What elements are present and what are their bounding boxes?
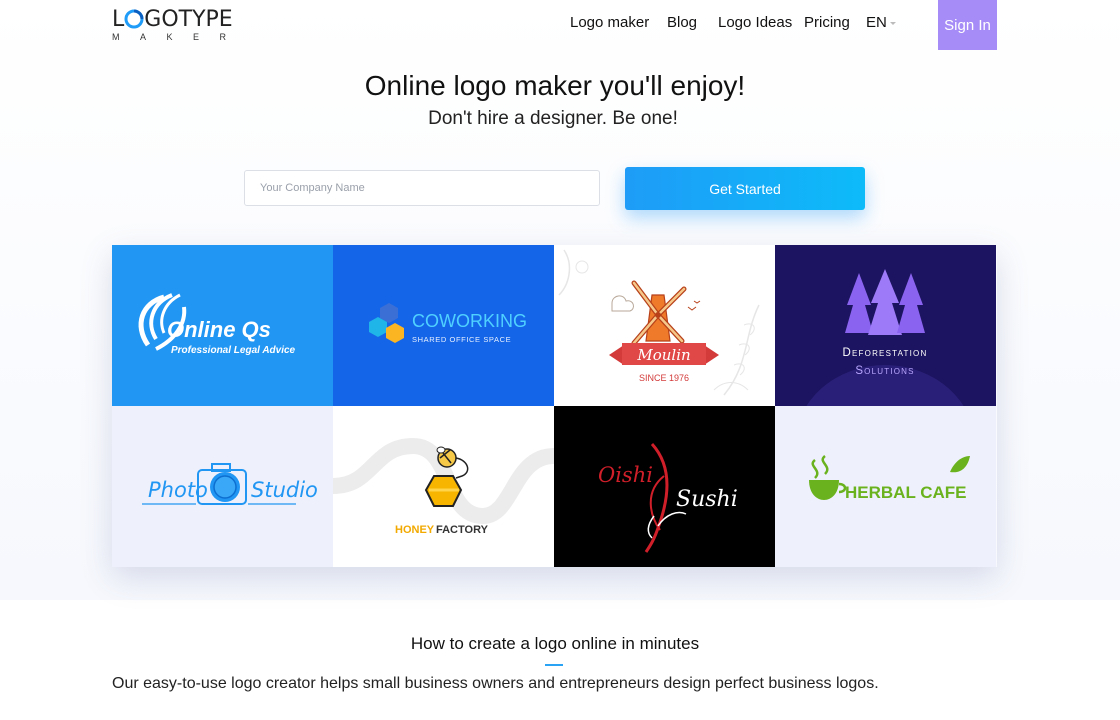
logo-example-honey-factory[interactable]: HONEY FACTORY bbox=[333, 406, 554, 567]
logo-tagline: SHARED OFFICE SPACE bbox=[412, 335, 511, 344]
logo-tagline: Solutions bbox=[855, 365, 914, 377]
language-selector[interactable]: EN bbox=[866, 14, 896, 31]
logo-name: HERBAL CAFE bbox=[845, 483, 967, 502]
logo-gallery: Online Qs Professional Legal Advice COWO… bbox=[112, 245, 997, 567]
logo-example-oishi-sushi[interactable]: Oishi Sushi bbox=[554, 406, 775, 567]
tea-cup-icon: HERBAL CAFE bbox=[809, 455, 970, 502]
get-started-button[interactable]: Get Started bbox=[625, 167, 865, 210]
nav-pricing[interactable]: Pricing bbox=[804, 14, 850, 31]
hero-subtitle: Don't hire a designer. Be one! bbox=[428, 108, 678, 129]
swirl-logo-icon: Online Qs Professional Legal Advice bbox=[138, 293, 296, 356]
koi-fish-icon: Oishi Sushi bbox=[598, 442, 738, 553]
section-description: Our easy-to-use logo creator helps small… bbox=[112, 675, 879, 692]
logo-name: Moulin bbox=[636, 346, 690, 364]
swirl-o-icon bbox=[124, 9, 144, 29]
nav-logo-maker[interactable]: Logo maker bbox=[570, 14, 649, 31]
hexagon-cubes-icon: COWORKING SHARED OFFICE SPACE bbox=[369, 303, 527, 348]
logo-tagline: SINCE 1976 bbox=[639, 373, 689, 383]
camera-icon: Photo Studio bbox=[142, 463, 318, 505]
nav-blog[interactable]: Blog bbox=[667, 14, 697, 31]
logo-example-photo-studio[interactable]: Photo Studio bbox=[112, 406, 333, 567]
windmill-icon: Moulin SINCE 1976 bbox=[558, 249, 760, 396]
company-name-input[interactable] bbox=[244, 170, 600, 206]
chevron-down-icon bbox=[889, 21, 896, 25]
header: L GOTYPE MAKER Logo maker Blog Logo Ideas… bbox=[0, 0, 1120, 50]
logo-example-herbal-cafe[interactable]: HERBAL CAFE bbox=[775, 406, 996, 567]
logo-tagline: Professional Legal Advice bbox=[171, 345, 296, 356]
section-title: How to create a logo online in minutes bbox=[410, 634, 700, 653]
sign-in-button[interactable]: Sign In bbox=[938, 0, 997, 50]
logo-name-right: FACTORY bbox=[436, 524, 489, 536]
logo-example-moulin[interactable]: Moulin SINCE 1976 bbox=[554, 245, 775, 406]
logotype-logo[interactable]: L GOTYPE MAKER bbox=[112, 8, 242, 44]
logo-example-coworking[interactable]: COWORKING SHARED OFFICE SPACE bbox=[333, 245, 554, 406]
logo-name-right: Studio bbox=[251, 478, 318, 502]
logo-name: COWORKING bbox=[412, 311, 527, 331]
logo-name-left: HONEY bbox=[395, 524, 435, 536]
logo-wordmark: L GOTYPE bbox=[112, 7, 233, 32]
logo-name-left: Photo bbox=[148, 478, 208, 502]
logo-name-left: Oishi bbox=[598, 463, 653, 487]
honey-jar-icon: HONEY FACTORY bbox=[333, 437, 554, 536]
pine-trees-icon: Deforestation Solutions bbox=[806, 269, 964, 406]
logo-subtitle: MAKER bbox=[112, 32, 247, 42]
section-divider bbox=[545, 664, 563, 666]
logo-name: Online Qs bbox=[167, 317, 271, 342]
logo-name: Deforestation bbox=[843, 347, 928, 359]
nav-logo-ideas[interactable]: Logo Ideas bbox=[718, 14, 792, 31]
hero-title: Online logo maker you'll enjoy! bbox=[364, 70, 746, 101]
logo-example-deforestation[interactable]: Deforestation Solutions bbox=[775, 245, 996, 406]
logo-example-online-qs[interactable]: Online Qs Professional Legal Advice bbox=[112, 245, 333, 406]
logo-name-right: Sushi bbox=[676, 487, 738, 512]
language-label: EN bbox=[866, 14, 887, 31]
